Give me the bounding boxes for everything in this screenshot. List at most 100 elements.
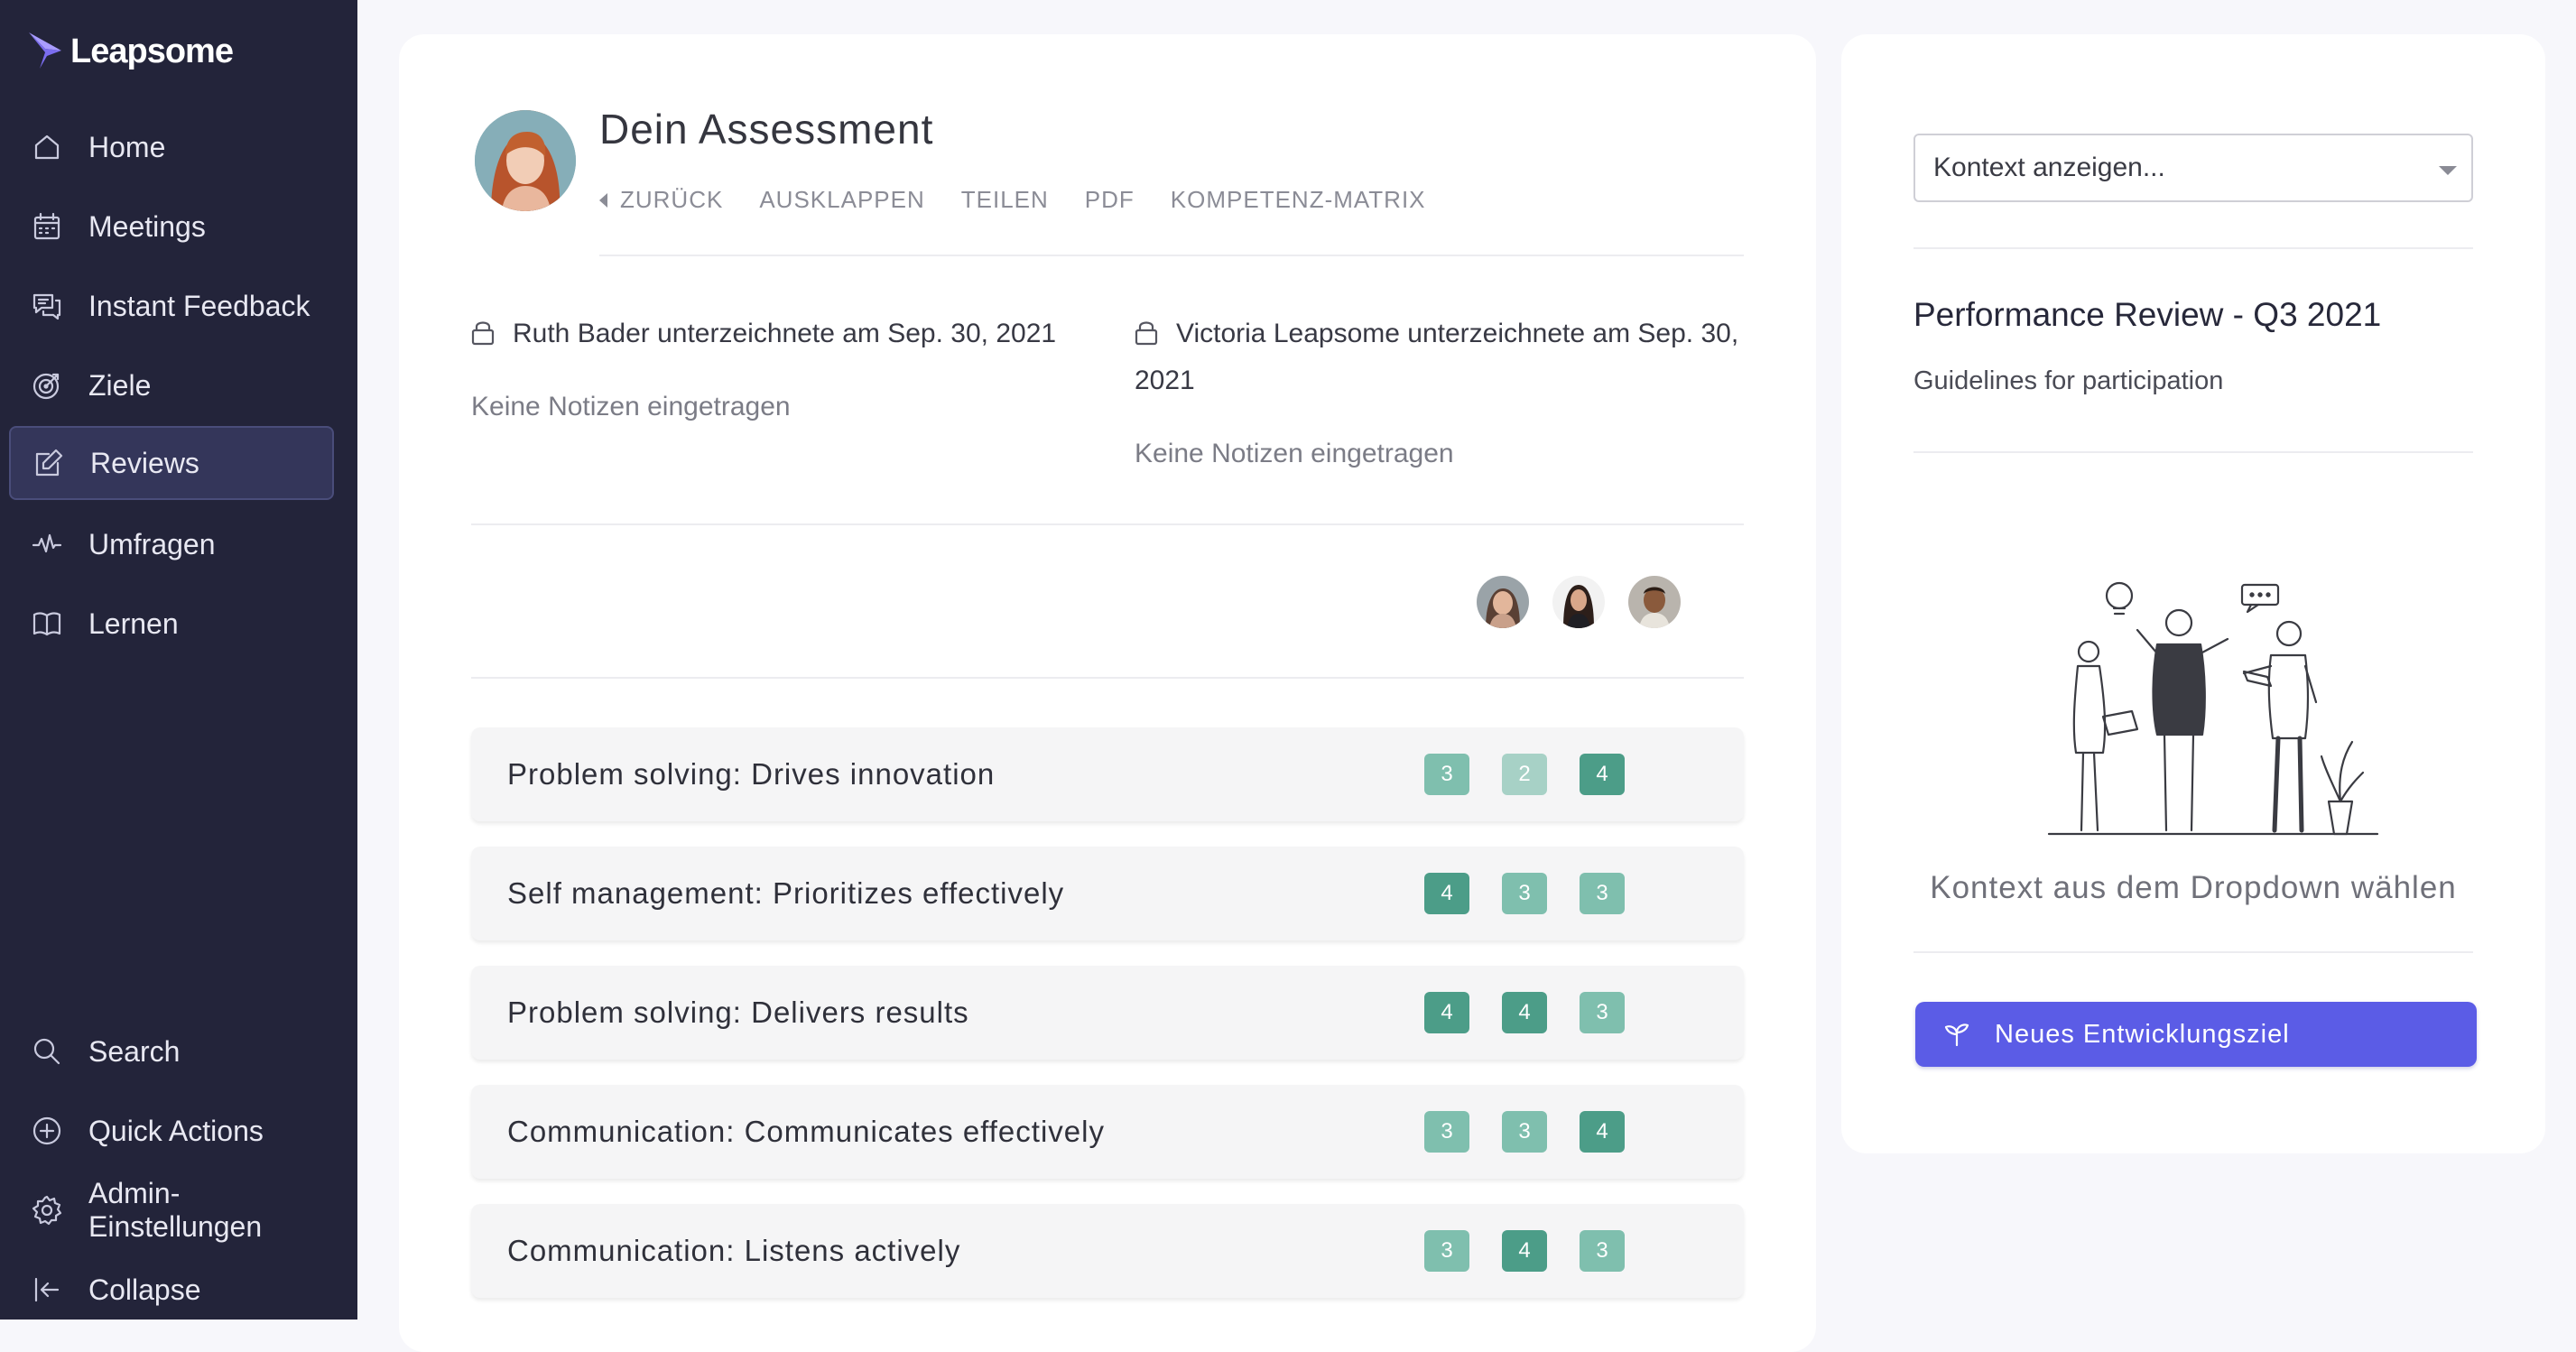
competency-row[interactable]: Communication: Communicates effectively … [471, 1085, 1744, 1179]
book-icon [32, 612, 61, 636]
brand[interactable]: Leapsome [27, 31, 234, 72]
context-select[interactable]: Kontext anzeigen... [1913, 134, 2473, 202]
sidebar-item-admin-einstellungen[interactable]: Admin-Einstellungen [9, 1173, 334, 1247]
competency-row[interactable]: Problem solving: Delivers results 4 4 3 [471, 966, 1744, 1060]
plus-circle-icon [32, 1116, 61, 1145]
reviewer-photo [1477, 576, 1529, 628]
sprout-icon [1944, 1023, 1969, 1047]
score-badge: 3 [1424, 1230, 1469, 1272]
score-badge: 2 [1502, 754, 1547, 795]
reviewer-avatar[interactable] [1477, 576, 1529, 628]
sidebar-item-label: Lernen [88, 607, 179, 640]
score-badge: 3 [1502, 1111, 1547, 1153]
search-icon [33, 1038, 60, 1065]
context-panel: Kontext anzeigen... Performance Review -… [1841, 34, 2545, 1153]
sidebar-item-label: Quick Actions [88, 1114, 264, 1147]
score-badge: 3 [1424, 754, 1469, 795]
target-icon [32, 373, 60, 400]
score-badge: 4 [1502, 992, 1547, 1033]
avatar [475, 110, 576, 211]
expand-link[interactable]: AUSKLAPPEN [759, 186, 924, 214]
score-badge: 3 [1580, 873, 1625, 914]
sidebar-item-label: Ziele [88, 368, 152, 402]
competency-matrix-link[interactable]: KOMPETENZ-MATRIX [1171, 186, 1426, 214]
sidebar-item-label: Reviews [90, 446, 199, 479]
divider [1913, 247, 2473, 249]
leapsome-logo-icon [29, 32, 61, 69]
score-badge: 4 [1424, 992, 1469, 1033]
competency-label: Self management: Prioritizes effectively [507, 876, 1065, 910]
competency-row[interactable]: Self management: Prioritizes effectively… [471, 847, 1744, 940]
brand-name: Leapsome [70, 32, 234, 70]
competency-row[interactable]: Communication: Listens actively 3 4 3 [471, 1204, 1744, 1298]
back-label: ZURÜCK [620, 186, 724, 213]
sidebar-item-search[interactable]: Search [9, 1014, 334, 1088]
sidebar-item-label: Search [88, 1034, 181, 1068]
sidebar-item-label: Admin-Einstellungen [88, 1177, 263, 1243]
sidebar-item-label: Umfragen [88, 527, 216, 560]
context-hint: Kontext aus dem Dropdown wählen [1930, 870, 2457, 905]
sidebar-item-ziele[interactable]: Ziele [9, 348, 334, 422]
sidebar-item-umfragen[interactable]: Umfragen [9, 507, 334, 581]
new-goal-label: Neues Entwicklungsziel [1995, 1019, 2290, 1049]
back-link[interactable]: ZURÜCK [599, 186, 723, 214]
chevron-down-icon [2439, 166, 2457, 175]
score-badge: 3 [1580, 1230, 1625, 1272]
sidebar-item-meetings[interactable]: Meetings [9, 190, 334, 264]
score-badge: 3 [1502, 873, 1547, 914]
portrait-image [475, 110, 576, 211]
edit-icon [35, 449, 63, 477]
review-guidelines-link[interactable]: Guidelines for participation [1913, 366, 2223, 396]
competency-label: Problem solving: Drives innovation [507, 757, 996, 791]
competency-label: Communication: Communicates effectively [507, 1115, 1105, 1148]
signature-ruth: Ruth Bader unterzeichnete am Sep. 30, 20… [471, 310, 1085, 357]
assessment-actions: ZURÜCK AUSKLAPPEN TEILEN PDF KOMPETENZ-M… [599, 186, 1426, 214]
competency-row[interactable]: Problem solving: Drives innovation 3 2 4 [471, 727, 1744, 821]
score-badge: 4 [1580, 754, 1625, 795]
competency-label: Problem solving: Delivers results [507, 995, 969, 1029]
share-link[interactable]: TEILEN [961, 186, 1049, 214]
signature-text: Victoria Leapsome unterzeichnete am Sep.… [1135, 319, 1739, 395]
sidebar-item-lernen[interactable]: Lernen [9, 587, 334, 661]
sidebar: Leapsome Home Meetings Instant Feedback … [0, 0, 357, 1320]
team-illustration-icon [2047, 581, 2379, 836]
divider [1913, 451, 2473, 453]
chat-icon [32, 293, 61, 320]
sidebar-item-collapse[interactable]: Collapse [9, 1253, 334, 1327]
sidebar-item-label: Meetings [88, 209, 206, 243]
sidebar-item-label: Home [88, 130, 166, 163]
home-icon [34, 134, 60, 160]
reviewer-photo [1552, 576, 1605, 628]
new-development-goal-button[interactable]: Neues Entwicklungsziel [1915, 1002, 2477, 1067]
score-badge: 4 [1580, 1111, 1625, 1153]
divider [471, 677, 1744, 679]
signature-note: Keine Notizen eingetragen [471, 392, 791, 421]
lock-icon [471, 321, 495, 346]
sidebar-item-label: Instant Feedback [88, 289, 310, 322]
collapse-icon [34, 1277, 60, 1302]
sidebar-item-home[interactable]: Home [9, 110, 334, 184]
pdf-link[interactable]: PDF [1085, 186, 1135, 214]
back-arrow-icon [599, 192, 607, 208]
reviewer-avatar[interactable] [1628, 576, 1681, 628]
review-title: Performance Review - Q3 2021 [1913, 296, 2382, 333]
score-badge: 4 [1502, 1230, 1547, 1272]
sidebar-item-instant-feedback[interactable]: Instant Feedback [9, 269, 334, 343]
sidebar-item-reviews[interactable]: Reviews [9, 426, 334, 500]
lock-icon [1135, 321, 1158, 346]
context-select-value: Kontext anzeigen... [1933, 153, 2165, 182]
score-badge: 4 [1424, 873, 1469, 914]
signature-victoria: Victoria Leapsome unterzeichnete am Sep.… [1135, 310, 1757, 404]
score-badge: 3 [1424, 1111, 1469, 1153]
divider [1913, 951, 2473, 953]
assessment-card: Dein Assessment ZURÜCK AUSKLAPPEN TEILEN… [399, 34, 1816, 1352]
calendar-icon [33, 212, 60, 240]
divider [471, 523, 1744, 525]
reviewer-avatar[interactable] [1552, 576, 1605, 628]
competency-label: Communication: Listens actively [507, 1234, 961, 1267]
gear-icon [32, 1195, 62, 1226]
reviewer-photo [1628, 576, 1681, 628]
sidebar-item-label: Collapse [88, 1273, 201, 1306]
sidebar-item-quick-actions[interactable]: Quick Actions [9, 1094, 334, 1168]
page-title: Dein Assessment [599, 106, 934, 153]
